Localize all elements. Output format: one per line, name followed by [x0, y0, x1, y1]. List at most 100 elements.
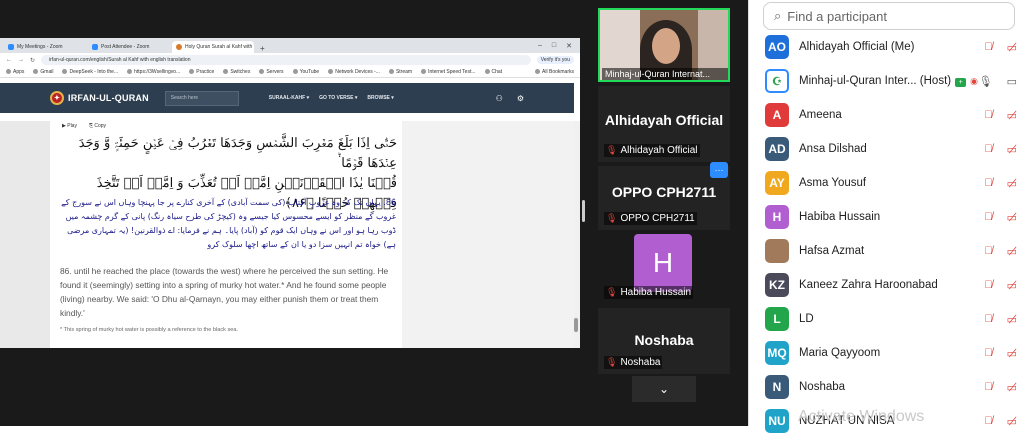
participant-status-icons: 🎙̸ ▭̸	[984, 177, 1017, 190]
video-off-icon[interactable]: ▭̸	[1007, 211, 1017, 224]
mic-off-icon[interactable]: 🎙̸	[984, 381, 992, 394]
maximize-button[interactable]: □	[552, 42, 556, 50]
avatar: AD	[765, 137, 789, 161]
mic-off-icon[interactable]: 🎙̸	[984, 313, 992, 326]
arabic-line-1: حَتّٰۤی اِذَا بَلَغَ مَغۡرِبَ الشَّمۡسِ …	[78, 136, 397, 171]
video-on-icon[interactable]: ▭	[1007, 75, 1017, 88]
video-tile-noshaba[interactable]: Noshaba 🎙 Noshaba	[598, 308, 730, 374]
bookmark-switches[interactable]: Switches	[223, 69, 250, 75]
mic-off-icon[interactable]: 🎙̸	[984, 279, 992, 292]
video-off-icon[interactable]: ▭̸	[1007, 279, 1017, 292]
mic-off-icon[interactable]: 🎙̸	[984, 347, 992, 360]
reload-icon[interactable]: ↻	[30, 57, 35, 64]
participant-row[interactable]: AD Ansa Dilshad 🎙̸ ▭̸	[749, 132, 1024, 166]
mic-off-icon[interactable]: 🎙̸	[984, 109, 992, 122]
mic-off-icon[interactable]: 🎙̸	[984, 143, 992, 156]
participant-name-text: Ansa Dilshad	[799, 143, 867, 155]
video-off-icon[interactable]: ▭̸	[1007, 381, 1017, 394]
participant-row[interactable]: AO Alhidayah Official (Me) 🎙̸ ▭̸	[749, 30, 1024, 64]
bookmark-gmail[interactable]: Gmail	[33, 69, 53, 75]
mic-off-icon[interactable]: 🎙̸	[984, 177, 992, 190]
participant-status-icons: 🎙̸ ▭̸	[984, 279, 1017, 292]
quran-favicon-icon	[176, 44, 182, 50]
participant-status-icons: 🎙̸ ▭̸	[984, 143, 1017, 156]
bookmark-stream[interactable]: Stream	[389, 69, 412, 75]
nav-browse[interactable]: BROWSE ▾	[367, 95, 393, 101]
new-tab-button[interactable]: +	[256, 44, 269, 53]
participant-name: LD	[799, 313, 814, 325]
browser-tab-quran[interactable]: Holy Quran Surah al Kahf with	[172, 41, 254, 53]
bookmark-chat[interactable]: Chat	[485, 69, 503, 75]
bookmark-practice[interactable]: Practice	[189, 69, 214, 75]
participant-status-icons: 🎙̸ ▭̸	[984, 381, 1017, 394]
participant-name-text: Habiba Hussain	[799, 211, 881, 223]
mic-off-icon[interactable]: 🎙̸	[984, 211, 992, 224]
video-tile-habiba[interactable]: H 🎙 Habiba Hussain	[598, 230, 730, 304]
forward-icon[interactable]: →	[18, 57, 24, 63]
all-bookmarks[interactable]: All Bookmarks	[535, 69, 574, 75]
site-logo[interactable]: ✦ IRFAN-UL-QURAN	[50, 91, 149, 105]
page-scrollbar[interactable]	[574, 121, 580, 348]
video-off-icon[interactable]: ▭̸	[1007, 245, 1017, 258]
bookmark-selling[interactable]: https://3Wsellingvo...	[127, 69, 180, 75]
browser-tab-bar: My Meetings - Zoom Post Attendee - Zoom …	[0, 38, 580, 53]
video-off-icon[interactable]: ▭̸	[1007, 177, 1017, 190]
url-field[interactable]: irfan-ul-quran.com/english/Surah al Kahf…	[41, 55, 531, 65]
video-off-icon[interactable]: ▭̸	[1007, 143, 1017, 156]
scrollbar-thumb[interactable]	[574, 318, 578, 332]
habiba-avatar: H	[634, 234, 692, 292]
participant-status-icons: 🎙̸ ▭̸	[984, 109, 1017, 122]
user-icon[interactable]: ⚇	[496, 94, 503, 103]
browser-tab-my-meetings[interactable]: My Meetings - Zoom	[4, 41, 86, 53]
participant-row[interactable]: Hafsa Azmat 🎙̸ ▭̸	[749, 234, 1024, 268]
participant-search-input[interactable]: ⌕ Find a participant	[763, 2, 1015, 30]
nav-go-to-verse[interactable]: GO TO VERSE ▾	[319, 95, 357, 101]
bookmark-servers[interactable]: Servers	[259, 69, 283, 75]
split-handle[interactable]	[582, 200, 585, 222]
address-bar-row: ← → ↻ irfan-ul-quran.com/english/Surah a…	[0, 53, 580, 67]
participant-row[interactable]: MQ Maria Qayyoom 🎙̸ ▭̸	[749, 336, 1024, 370]
video-tile-alhidayah[interactable]: Alhidayah Official 🎙 Alhidayah Official	[598, 86, 730, 162]
participant-status-icons: 🎙̸ ▭̸	[984, 211, 1017, 224]
bookmark-speedtest[interactable]: Internet Speed Test...	[421, 69, 475, 75]
mic-off-icon[interactable]: 🎙̸	[984, 245, 992, 258]
participant-name: Maria Qayyoom	[799, 347, 880, 359]
site-search-input[interactable]: Search here	[164, 90, 239, 106]
participant-row[interactable]: AY Asma Yousuf 🎙̸ ▭̸	[749, 166, 1024, 200]
bookmark-apps[interactable]: Apps	[6, 69, 24, 75]
participant-row[interactable]: KZ Kaneez Zahra Haroonabad 🎙̸ ▭̸	[749, 268, 1024, 302]
participant-row[interactable]: ☪ Minhaj-ul-Quran Inter... (Host) + ◉ 🎙 ▭	[749, 64, 1024, 98]
browser-tab-post-attendee[interactable]: Post Attendee - Zoom	[88, 41, 170, 53]
video-off-icon[interactable]: ▭̸	[1007, 41, 1017, 54]
participant-row[interactable]: H Habiba Hussain 🎙̸ ▭̸	[749, 200, 1024, 234]
avatar: L	[765, 307, 789, 331]
nav-surah[interactable]: SURAAL-KAHF ▾	[269, 95, 309, 101]
header-icons: ⚇ ⚙	[496, 94, 524, 103]
verify-button[interactable]: Verify it's you	[536, 56, 574, 64]
close-button[interactable]: ✕	[566, 42, 572, 50]
participant-row[interactable]: N Noshaba 🎙̸ ▭̸	[749, 370, 1024, 404]
video-off-icon[interactable]: ▭̸	[1007, 313, 1017, 326]
video-tile-host[interactable]: Minhaj-ul-Quran Internat...	[598, 8, 730, 82]
participant-name: Minhaj-ul-Quran Inter... (Host) + ◉	[799, 75, 978, 87]
mic-on-icon[interactable]: 🎙	[979, 75, 993, 88]
mic-off-icon[interactable]: 🎙̸	[984, 41, 992, 54]
bookmark-youtube[interactable]: YouTube	[293, 69, 320, 75]
bookmark-deepseek[interactable]: DeepSeek - Into the...	[62, 69, 118, 75]
video-off-icon[interactable]: ▭̸	[1007, 109, 1017, 122]
tile-name: Noshaba	[634, 332, 694, 348]
back-icon[interactable]: ←	[6, 57, 12, 63]
window-controls: – □ ✕	[538, 42, 580, 50]
participants-panel: ⌕ Find a participant AO Alhidayah Official…	[748, 0, 1024, 433]
settings-gear-icon[interactable]: ⚙	[517, 94, 524, 103]
bookmark-network[interactable]: Network Devices -...	[328, 69, 380, 75]
play-button[interactable]: ▶ Play	[62, 123, 77, 129]
gallery-next-page-button[interactable]: ⌄	[632, 376, 696, 402]
minimize-button[interactable]: –	[538, 42, 542, 50]
participant-row[interactable]: L LD 🎙̸ ▭̸	[749, 302, 1024, 336]
participant-name-text: Kaneez Zahra Haroonabad	[799, 279, 938, 291]
more-options-button[interactable]: ···	[710, 162, 728, 178]
video-off-icon[interactable]: ▭̸	[1007, 347, 1017, 360]
copy-button[interactable]: ⎘ Copy	[89, 123, 106, 129]
participant-row[interactable]: A Ameena 🎙̸ ▭̸	[749, 98, 1024, 132]
